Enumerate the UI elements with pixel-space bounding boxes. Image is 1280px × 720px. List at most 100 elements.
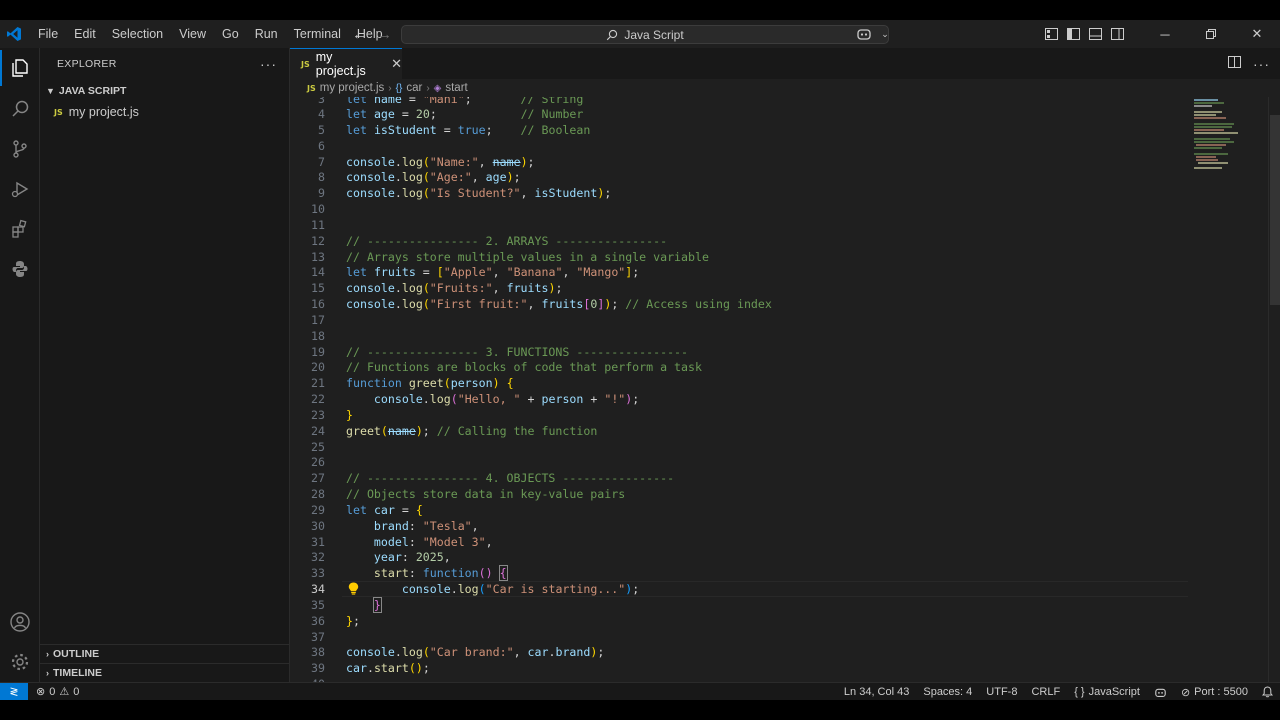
code-line: 26 — [290, 454, 1190, 470]
line-number: 32 — [311, 550, 325, 564]
cursor-position[interactable]: Ln 34, Col 43 — [837, 686, 916, 698]
status-bar: ≷ ⊗ 0 ⚠ 0 Ln 34, Col 43 Spaces: 4 UTF-8 … — [0, 682, 1280, 701]
folder-java-script[interactable]: ▼ JAVA SCRIPT — [40, 80, 289, 102]
toggle-primary-sidebar-icon[interactable] — [1062, 20, 1084, 48]
explorer-header: EXPLORER ··· — [40, 48, 289, 80]
problems-indicator[interactable]: ⊗ 0 ⚠ 0 — [36, 685, 79, 699]
vertical-scrollbar[interactable] — [1268, 97, 1280, 682]
code-line: 30 brand: "Tesla", — [290, 518, 1190, 534]
close-icon[interactable]: ✕ — [391, 56, 402, 72]
restore-icon[interactable] — [1188, 20, 1234, 48]
language-mode[interactable]: { } JavaScript — [1067, 686, 1147, 698]
minimize-icon[interactable]: ─ — [1142, 20, 1188, 48]
code-line: 11 — [290, 217, 1190, 233]
end-of-line[interactable]: CRLF — [1024, 686, 1067, 698]
line-number: 26 — [311, 455, 325, 469]
code-text: function greet(person) { — [346, 376, 514, 390]
menu-view[interactable]: View — [171, 20, 214, 48]
line-number: 33 — [311, 566, 325, 580]
menu-run[interactable]: Run — [247, 20, 286, 48]
breadcrumb-symbol-car[interactable]: car — [406, 82, 422, 94]
accounts-icon[interactable] — [0, 602, 40, 642]
copilot-icon[interactable] — [850, 20, 878, 48]
line-number: 25 — [311, 440, 325, 454]
code-line: 21 function greet(person) { — [290, 375, 1190, 391]
language-label: JavaScript — [1088, 686, 1140, 698]
encoding[interactable]: UTF-8 — [979, 686, 1024, 698]
menu-file[interactable]: File — [30, 20, 66, 48]
breadcrumb-symbol-start[interactable]: start — [445, 82, 467, 94]
code-text: let car = { — [346, 503, 423, 517]
line-number: 21 — [311, 376, 325, 390]
line-number: 22 — [311, 392, 325, 406]
title-bar: File Edit Selection View Go Run Terminal… — [0, 20, 1280, 48]
menu-selection[interactable]: Selection — [104, 20, 171, 48]
menu-edit[interactable]: Edit — [66, 20, 104, 48]
more-actions-icon[interactable]: ··· — [1253, 56, 1270, 72]
minimap[interactable] — [1192, 97, 1252, 177]
extensions-icon[interactable] — [0, 209, 40, 249]
menu-bar: File Edit Selection View Go Run Terminal… — [30, 20, 391, 48]
code-text: console.log("Car brand:", car.brand); — [346, 645, 605, 659]
chevron-down-icon[interactable]: ⌄ — [878, 20, 892, 48]
run-and-debug-icon[interactable] — [0, 169, 40, 209]
gear-icon[interactable] — [0, 642, 40, 682]
code-line: 5 let isStudent = true; // Boolean — [290, 122, 1190, 138]
remote-indicator-icon[interactable]: ≷ — [0, 682, 28, 701]
line-number: 38 — [311, 645, 325, 659]
code-editor[interactable]: 3 let name = "Mani"; // String 4 let age =… — [290, 97, 1190, 682]
code-text: // Objects store data in key-value pairs — [346, 487, 626, 501]
notifications-bell-icon[interactable] — [1255, 686, 1280, 698]
outline-section[interactable]: › OUTLINE — [40, 644, 289, 663]
explorer-icon[interactable] — [0, 48, 40, 88]
command-center-search[interactable]: Java Script — [401, 25, 889, 44]
source-control-icon[interactable] — [0, 129, 40, 169]
go-forward-icon[interactable]: → — [377, 26, 392, 43]
braces-icon: { } — [1074, 686, 1085, 698]
toggle-panel-icon[interactable] — [1084, 20, 1106, 48]
close-window-icon[interactable]: ✕ — [1234, 20, 1280, 48]
tab-my-project[interactable]: JS my project.js ✕ — [290, 48, 402, 79]
breadcrumb-file[interactable]: my project.js — [320, 82, 385, 94]
code-text: year: 2025, — [373, 550, 451, 564]
more-actions-icon[interactable]: ··· — [260, 56, 277, 72]
search-icon[interactable] — [0, 89, 40, 129]
line-number: 27 — [311, 471, 325, 485]
scrollbar-thumb[interactable] — [1270, 115, 1280, 305]
line-number: 23 — [311, 408, 325, 422]
line-number: 29 — [311, 503, 325, 517]
chevron-right-icon: › — [46, 668, 49, 678]
line-number: 36 — [311, 614, 325, 628]
indentation[interactable]: Spaces: 4 — [916, 686, 979, 698]
customize-layout-icon[interactable] — [1040, 20, 1062, 48]
copilot-status-icon[interactable] — [1147, 687, 1174, 698]
code-line: 33 start: function() { — [290, 565, 1190, 581]
chevron-right-icon: › — [426, 82, 430, 94]
code-text: console.log("Age:", age); — [346, 170, 521, 184]
code-line: 24 greet(name); // Calling the function — [290, 423, 1190, 439]
menu-go[interactable]: Go — [214, 20, 247, 48]
go-back-icon[interactable]: ← — [352, 26, 367, 43]
file-label: my project.js — [68, 105, 139, 119]
code-line: 9 console.log("Is Student?", isStudent); — [290, 185, 1190, 201]
python-icon[interactable] — [0, 249, 40, 289]
split-editor-icon[interactable] — [1228, 56, 1241, 71]
tab-bar: JS my project.js ✕ ··· — [290, 48, 1280, 79]
file-item-my-project[interactable]: JS my project.js — [40, 102, 289, 122]
error-icon: ⊗ — [36, 686, 46, 698]
code-line: 27 // ---------------- 4. OBJECTS -------… — [290, 470, 1190, 486]
code-text: console.log("Car is starting..."); — [401, 582, 640, 596]
line-number: 8 — [318, 170, 325, 184]
code-line: 35 } — [290, 597, 1190, 613]
live-server-port[interactable]: ⊘ Port : 5500 — [1174, 686, 1255, 699]
timeline-section[interactable]: › TIMELINE — [40, 663, 289, 682]
chevron-right-icon: › — [388, 82, 392, 94]
line-number: 12 — [311, 234, 325, 248]
breadcrumb: JS my project.js › {} car › ◈ start — [290, 79, 1280, 97]
code-text: console.log("First fruit:", fruits[0]); … — [346, 297, 772, 311]
line-number: 28 — [311, 487, 325, 501]
menu-terminal[interactable]: Terminal — [286, 20, 349, 48]
toggle-secondary-sidebar-icon[interactable] — [1106, 20, 1128, 48]
line-number: 7 — [318, 155, 325, 169]
code-text: console.log("Is Student?", isStudent); — [346, 186, 612, 200]
